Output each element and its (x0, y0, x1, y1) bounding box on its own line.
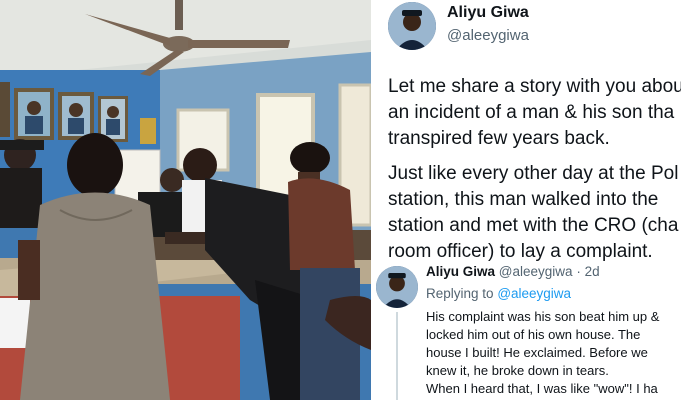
reply-author-name[interactable]: Aliyu Giwa (426, 264, 495, 279)
reply-line: When I heard that, I was like "wow"! I h… (426, 381, 658, 396)
tweet-line: room officer) to lay a complaint. (388, 241, 653, 262)
reply-time[interactable]: 2d (585, 264, 600, 279)
tweet-body: Let me share a story with you abou an in… (388, 74, 681, 265)
police-officer-avatar-icon (376, 266, 418, 308)
tweet-line: station, this man walked into the (388, 189, 659, 210)
replying-to: Replying to @aleeygiwa (426, 286, 571, 301)
reply-body: His complaint was his son beat him up & … (426, 308, 659, 398)
reply-separator: · (576, 264, 581, 279)
author-handle[interactable]: @aleeygiwa (447, 27, 529, 44)
reply-header: Aliyu Giwa @aleeygiwa · 2d (426, 264, 600, 279)
replying-to-handle-link[interactable]: @aleeygiwa (497, 286, 571, 301)
thread-connector-line (396, 312, 398, 400)
replying-to-label: Replying to (426, 286, 494, 301)
reply-line: knew it, he broke down in tears. (426, 363, 609, 378)
tweet-screenshot: Aliyu Giwa @aleeygiwa Let me share a sto… (371, 0, 681, 400)
tweet-line: an incident of a man & his son tha (388, 102, 675, 123)
reply-line: locked him out of his own house. The (426, 327, 641, 342)
tweet-line: Just like every other day at the Pol (388, 163, 679, 184)
police-officer-avatar-icon (388, 2, 436, 50)
station-scene-illustration (0, 0, 371, 400)
author-avatar[interactable] (388, 2, 436, 50)
author-name[interactable]: Aliyu Giwa (447, 4, 529, 22)
police-station-photo (0, 0, 371, 400)
reply-author-avatar[interactable] (376, 266, 418, 308)
reply-line: His complaint was his son beat him up & (426, 309, 660, 324)
reply-line: house I built! He exclaimed. Before we (426, 345, 648, 360)
tweet-line: Let me share a story with you abou (388, 76, 681, 97)
tweet-line: station and met with the CRO (cha (388, 215, 679, 236)
reply-author-handle[interactable]: @aleeygiwa (499, 264, 573, 279)
tweet-line: transpired few years back. (388, 128, 610, 149)
